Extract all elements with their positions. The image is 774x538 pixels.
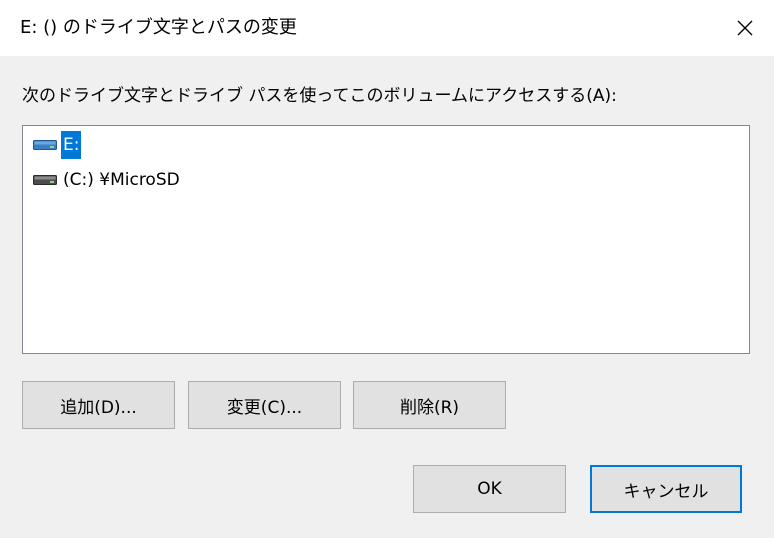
drive-icon [33, 166, 57, 194]
ok-button[interactable]: OK [413, 465, 566, 513]
list-item[interactable]: E: [33, 131, 82, 159]
access-description: 次のドライブ文字とドライブ パスを使ってこのボリュームにアクセスする(A): [22, 86, 617, 106]
drive-path-listbox[interactable]: E: (C:) ¥MicroSD [22, 125, 750, 354]
add-button[interactable]: 追加(D)... [22, 381, 175, 429]
title-bar: E: () のドライブ文字とパスの変更 [0, 0, 774, 56]
item-label: (C:) ¥MicroSD [63, 170, 180, 190]
item-label: E: [61, 131, 82, 159]
change-button[interactable]: 変更(C)... [188, 381, 341, 429]
cancel-button[interactable]: キャンセル [590, 465, 742, 513]
close-button[interactable] [716, 0, 774, 56]
removable-drive-icon [33, 131, 57, 159]
list-item[interactable]: (C:) ¥MicroSD [33, 166, 182, 194]
close-icon [737, 20, 753, 36]
remove-button[interactable]: 削除(R) [353, 381, 506, 429]
window-title: E: () のドライブ文字とパスの変更 [20, 17, 297, 38]
